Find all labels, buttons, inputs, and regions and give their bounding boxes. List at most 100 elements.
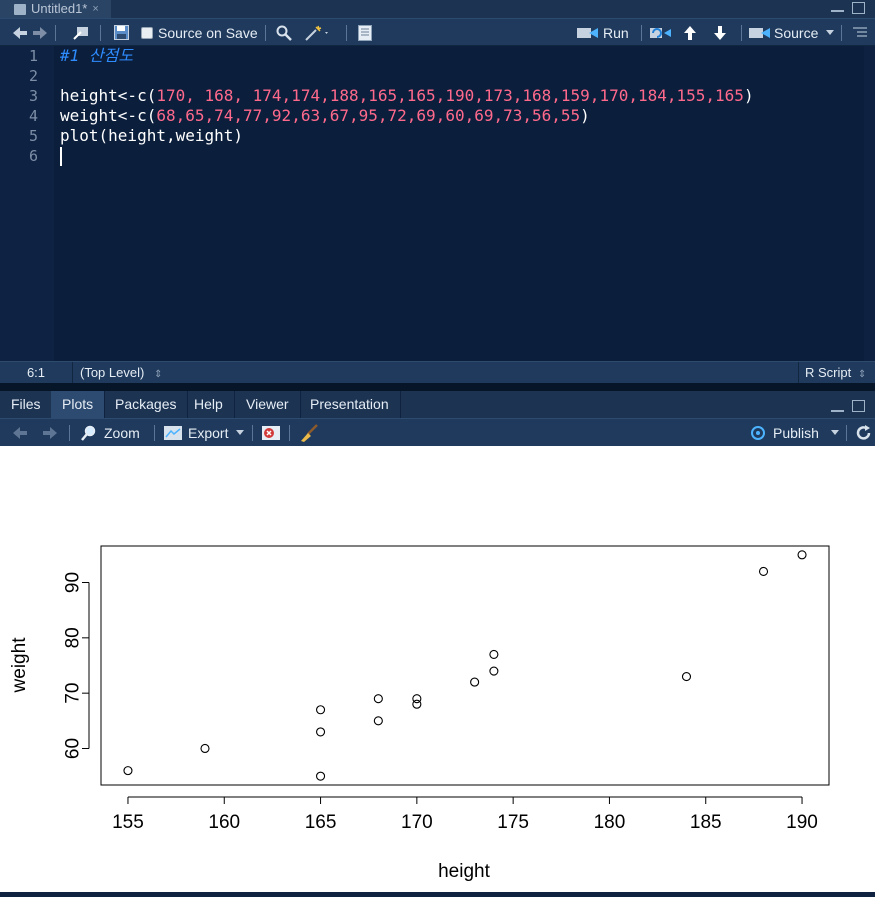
toolbar-divider — [252, 425, 253, 441]
x-tick-label: 160 — [208, 812, 240, 833]
maximize-pane-icon[interactable] — [852, 2, 865, 14]
tab-untitled1[interactable]: Untitled1* × — [0, 0, 111, 18]
minimize-pane-icon[interactable] — [831, 409, 844, 412]
code-line-1: #1 산점도 — [60, 46, 133, 66]
maximize-pane-icon[interactable] — [852, 400, 865, 412]
x-tick-label: 170 — [401, 812, 433, 833]
toolbar-divider — [841, 25, 842, 41]
editor-status-bar: 6:1 (Top Level) ⇕ R Script ⇕ — [0, 361, 875, 383]
code-text: ) — [580, 106, 590, 125]
toolbar-divider — [69, 425, 70, 441]
go-up-arrow-icon[interactable] — [683, 19, 697, 46]
remove-plot-icon[interactable] — [261, 419, 281, 446]
pane-splitter[interactable] — [0, 383, 875, 391]
code-numbers: 170, 168, 174,174,188,165,165,190,173,16… — [156, 86, 744, 105]
x-tick-label: 175 — [497, 812, 529, 833]
toolbar-divider — [55, 25, 56, 41]
code-editor[interactable]: 1 2 3 4 5 6 #1 산점도 height<-c(170, 168, 1… — [0, 46, 875, 361]
close-tab-icon[interactable]: × — [92, 1, 98, 17]
code-text: ) — [743, 86, 754, 105]
compile-report-icon[interactable] — [358, 19, 372, 46]
plot-frame — [100, 545, 830, 786]
data-point — [489, 666, 499, 676]
data-point — [200, 743, 210, 754]
up-down-chevron-icon: ⇕ — [153, 369, 163, 380]
y-tick-label: 70 — [63, 683, 84, 704]
code-text: height<-c( — [60, 86, 157, 105]
tab-presentation[interactable]: Presentation — [299, 391, 401, 418]
tab-viewer[interactable]: Viewer — [235, 391, 301, 418]
previous-plot-icon[interactable] — [12, 419, 28, 446]
data-point — [316, 727, 326, 737]
zoom-button[interactable]: Zoom — [80, 419, 140, 446]
toolbar-divider — [100, 25, 101, 41]
export-button[interactable]: Export — [163, 419, 245, 446]
data-point — [470, 677, 480, 687]
source-icon — [749, 27, 770, 38]
line-number: 1 — [28, 47, 38, 65]
r-file-icon — [14, 3, 26, 15]
source-on-save-checkbox[interactable]: Source on Save — [141, 19, 258, 46]
y-tick-label: 90 — [63, 572, 84, 593]
editor-tab-strip: Untitled1* × — [0, 0, 875, 18]
show-in-new-window-icon[interactable] — [73, 19, 89, 46]
line-number-gutter: 1 2 3 4 5 6 — [0, 46, 54, 361]
text-cursor — [60, 147, 62, 166]
publish-button[interactable]: Publish — [748, 419, 839, 446]
toolbar-divider — [846, 425, 847, 441]
file-type-selector[interactable]: R Script ⇕ — [798, 362, 875, 383]
search-icon[interactable] — [276, 19, 292, 46]
scatter-plot: 155 160 165 170 175 180 185 190 60 70 80 90 height we… — [9, 545, 830, 882]
data-point — [123, 766, 133, 776]
minimize-pane-icon[interactable] — [831, 9, 844, 12]
source-label: Source — [774, 24, 819, 41]
file-type-label: R Script — [805, 365, 852, 380]
save-icon[interactable] — [114, 19, 129, 46]
toolbar-divider — [154, 425, 155, 441]
toolbar-divider — [346, 25, 347, 41]
tab-help[interactable]: Help — [183, 391, 235, 418]
source-dropdown-chevron-icon[interactable] — [826, 19, 834, 46]
next-plot-icon[interactable] — [42, 419, 58, 446]
line-number: 5 — [28, 127, 38, 145]
refresh-icon[interactable] — [856, 419, 872, 446]
plots-toolbar: Zoom Export Publish — [0, 418, 875, 446]
data-point — [316, 771, 326, 781]
editor-scrollbar[interactable] — [864, 46, 875, 361]
scope-label: (Top Level) — [80, 365, 145, 380]
back-arrow-icon[interactable] — [12, 19, 28, 46]
code-line-5: plot(height,weight) — [60, 126, 244, 145]
export-label: Export — [188, 424, 229, 441]
rerun-icon[interactable] — [650, 19, 672, 46]
tab-plots[interactable]: Plots — [51, 391, 106, 418]
x-axis-label: height — [438, 861, 490, 882]
run-button[interactable]: Run — [577, 19, 629, 46]
document-outline-icon[interactable] — [853, 19, 867, 46]
chevron-down-icon — [830, 430, 839, 435]
scope-selector[interactable]: (Top Level) ⇕ — [80, 362, 162, 383]
pane-tab-bar: Files Plots Packages Help Viewer Present… — [0, 391, 875, 418]
tab-title: Untitled1* — [31, 1, 88, 16]
toolbar-divider — [289, 425, 290, 441]
clear-all-broom-icon[interactable] — [299, 419, 319, 446]
data-point — [316, 705, 326, 715]
forward-arrow-icon[interactable] — [32, 19, 48, 46]
tab-packages[interactable]: Packages — [104, 391, 189, 418]
data-point — [797, 550, 807, 560]
x-tick-label: 155 — [112, 812, 144, 833]
data-point — [489, 649, 499, 659]
data-point — [412, 694, 422, 704]
code-numbers: 68,65,74,77,92,63,67,95,72,69,60,69,73,5… — [156, 106, 581, 125]
code-tools-wand-icon[interactable] — [304, 19, 330, 46]
source-button[interactable]: Source — [749, 19, 818, 46]
go-down-arrow-icon[interactable] — [713, 19, 727, 46]
zoom-icon — [81, 425, 96, 441]
tab-files[interactable]: Files — [0, 391, 53, 418]
line-number: 4 — [28, 107, 38, 125]
x-tick-label: 180 — [594, 812, 626, 833]
y-tick-label: 60 — [63, 738, 84, 759]
checkbox-box[interactable] — [141, 26, 153, 39]
line-number: 2 — [28, 67, 38, 85]
code-text: weight<-c( — [60, 106, 157, 125]
toolbar-divider — [641, 25, 642, 41]
